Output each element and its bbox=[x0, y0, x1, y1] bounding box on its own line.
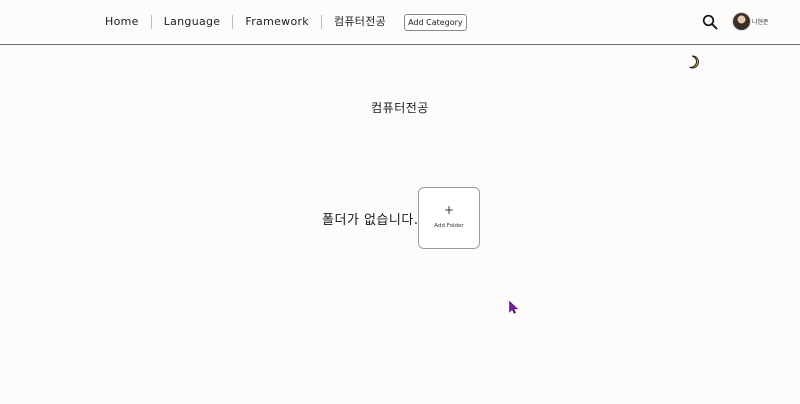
moon-icon bbox=[689, 55, 699, 69]
add-folder-label: Add Folder bbox=[434, 223, 464, 229]
top-nav: Home Language Framework 컴퓨터전공 Add Catego… bbox=[93, 12, 467, 32]
nav-item-computer-major[interactable]: 컴퓨터전공 bbox=[322, 15, 396, 29]
page-title: 컴퓨터전공 bbox=[371, 101, 429, 115]
user-name: 나현준 bbox=[752, 19, 769, 26]
nav-item-framework[interactable]: Framework bbox=[233, 15, 322, 29]
user-profile[interactable]: 나현준 bbox=[732, 12, 769, 31]
plus-icon: + bbox=[443, 203, 455, 217]
search-icon bbox=[702, 14, 718, 30]
nav-item-language[interactable]: Language bbox=[152, 15, 234, 29]
theme-toggle[interactable] bbox=[687, 54, 701, 69]
nav-item-home[interactable]: Home bbox=[93, 15, 152, 29]
avatar bbox=[732, 12, 751, 31]
search-button[interactable] bbox=[702, 14, 718, 30]
empty-folder-message: 폴더가 없습니다. bbox=[322, 213, 419, 228]
header: Home Language Framework 컴퓨터전공 Add Catego… bbox=[0, 0, 800, 45]
add-folder-button[interactable]: + Add Folder bbox=[418, 187, 480, 249]
mouse-cursor-icon bbox=[509, 301, 518, 314]
add-category-button[interactable]: Add Category bbox=[404, 13, 467, 31]
